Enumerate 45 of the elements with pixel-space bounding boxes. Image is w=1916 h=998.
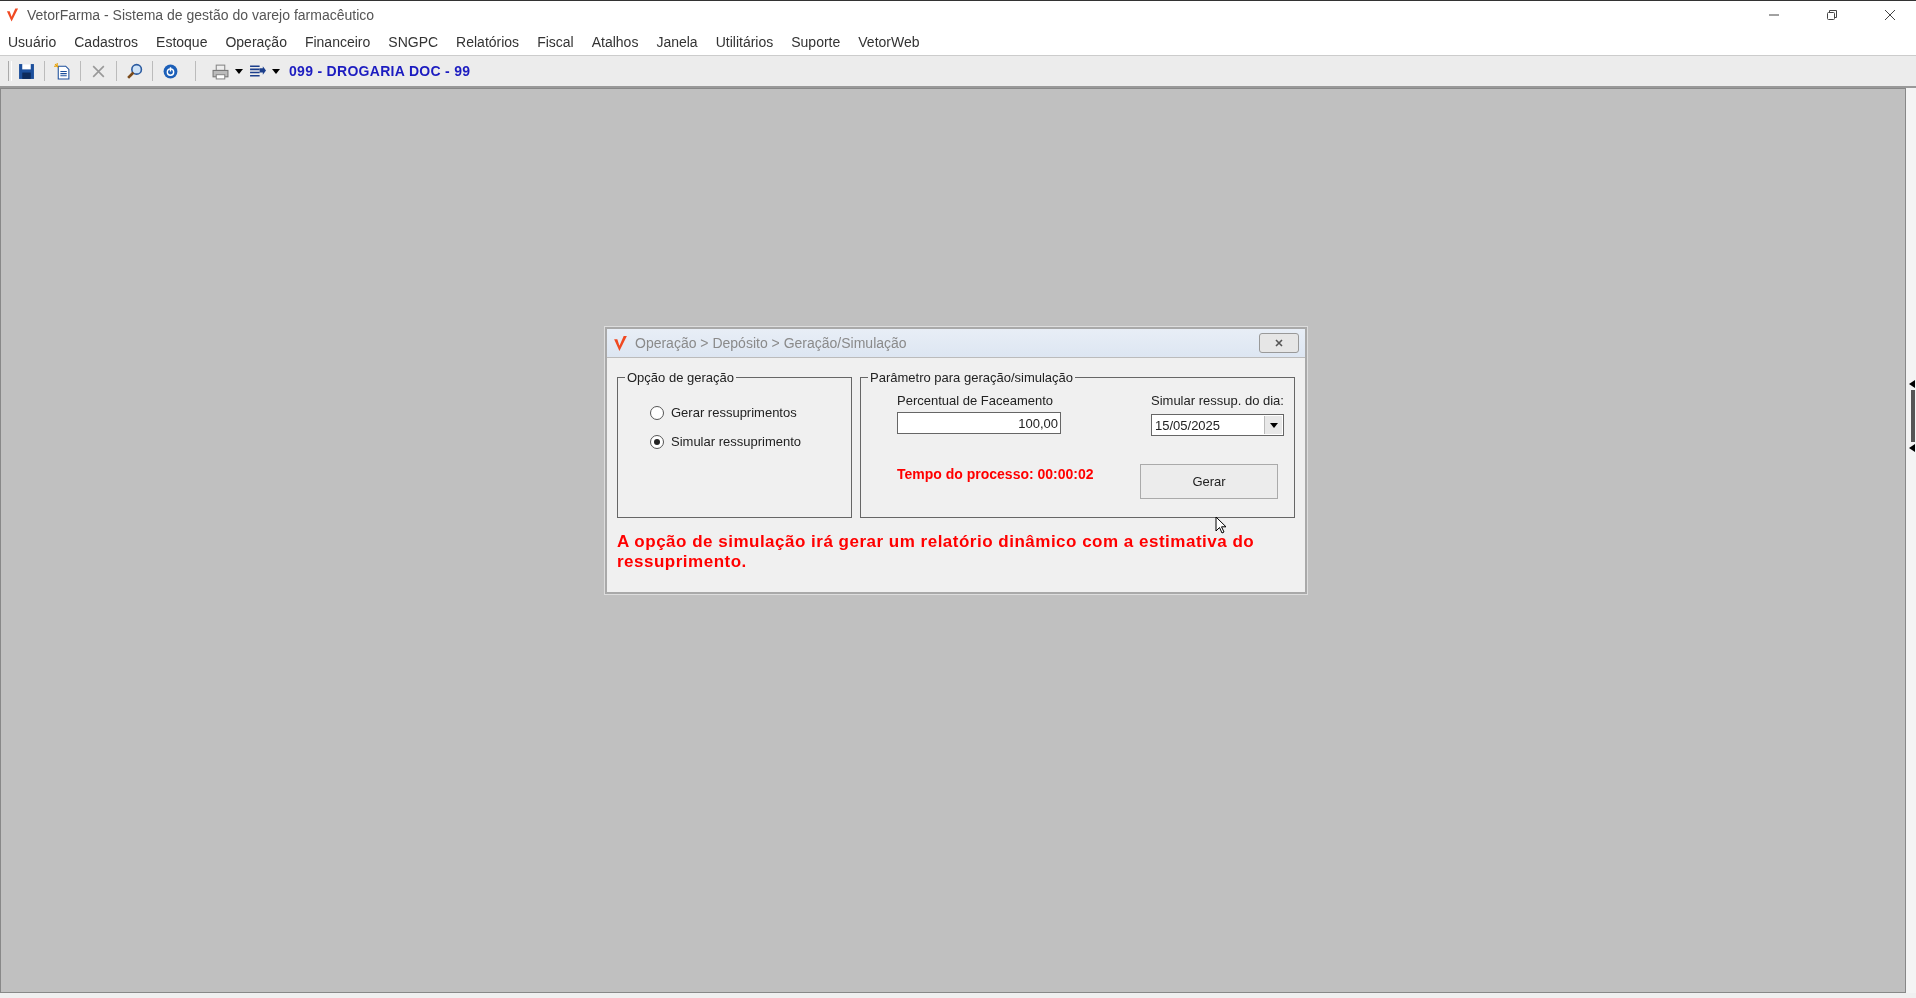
group-title: Parâmetro para geração/simulação [869,370,1075,385]
restore-icon[interactable] [1826,8,1838,21]
close-icon[interactable] [1274,338,1284,348]
menu-item[interactable]: Financeiro [304,33,371,50]
group-title: Opção de geração [626,370,735,385]
menu-item[interactable]: Utilitários [715,33,774,50]
percent-input-field[interactable]: 100,00 [897,412,1061,434]
menu-item[interactable]: SNGPC [388,33,439,50]
radio-button[interactable] [650,405,664,420]
dialog-title: Operação > Depósito > Geração/Simulação [635,335,907,351]
radio-button[interactable] [650,434,664,449]
menu-item[interactable]: VetorWeb [858,33,920,50]
menu-item[interactable]: Cadastros [74,33,139,50]
printer-icon[interactable] [212,62,229,80]
field-label: Simular ressup. do dia: [1151,393,1284,408]
generate-button[interactable]: Gerar [1140,464,1278,499]
date-dropdown[interactable]: 15/05/2025 [1151,414,1284,436]
list-arrow-icon[interactable] [249,62,266,80]
radio-label[interactable]: Gerar ressuprimentos [671,405,797,420]
process-time-text: Tempo do processo: 00:00:02 [897,466,1094,482]
simulation-note: A opção de simulação irá gerar um relatório dinâmico com a estimativa do ressuprimento. [617,532,1256,572]
radio-label[interactable]: Simular ressuprimento [671,434,802,449]
caret-icon[interactable] [235,67,243,75]
field-label: Percentual de Faceamento [897,393,1055,408]
menu-item[interactable]: Operação [225,33,287,50]
menu-item[interactable]: Janela [656,33,698,50]
window-title: VetorFarma - Sistema de gestão do varejo farmacêutico [27,6,375,23]
new-document-icon[interactable] [54,62,71,80]
caret-icon[interactable] [1269,421,1278,429]
company-label: 099 - DROGARIA DOC - 99 [289,63,471,79]
close-icon[interactable] [1884,8,1896,21]
mouse-cursor-icon [1215,516,1227,534]
menu-item[interactable]: Usuário [8,33,57,50]
menu-item[interactable]: Fiscal [537,33,574,50]
splitter-handle-icon[interactable] [1908,378,1916,454]
power-icon[interactable] [162,62,179,80]
search-icon[interactable] [126,62,143,80]
app-logo-icon [613,334,628,352]
menu-item[interactable]: Suporte [791,33,841,50]
app-logo-icon [6,6,19,23]
save-icon[interactable] [18,62,35,80]
caret-icon[interactable] [272,67,280,75]
menu-item[interactable]: Atalhos [591,33,639,50]
menu-item[interactable]: Estoque [156,33,208,50]
menu-item[interactable]: Relatórios [456,33,520,50]
